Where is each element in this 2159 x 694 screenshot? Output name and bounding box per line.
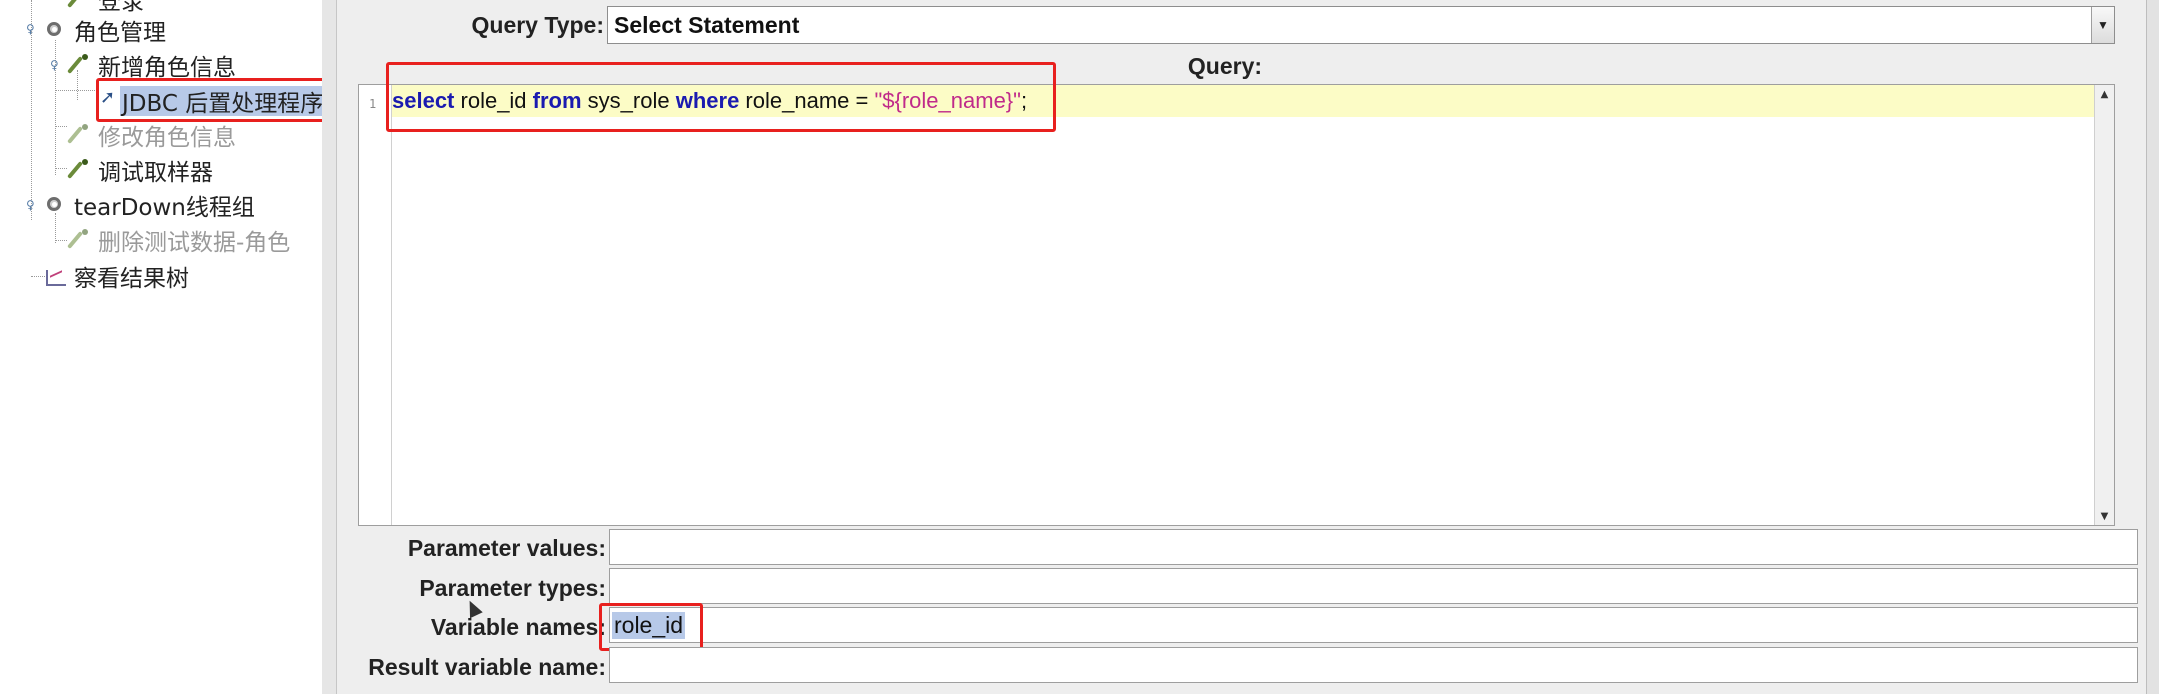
tree-item-view-results-tree[interactable]: 察看结果树 [44,261,189,292]
expand-toggle-icon[interactable]: ♀ [26,198,35,212]
tree-item-role-management[interactable]: 角色管理 [44,15,166,46]
sampler-icon [68,228,92,252]
editor-scrollbar[interactable]: ▲ ▼ [2094,85,2114,525]
variable-names-label: Variable names: [430,614,606,640]
scroll-down-icon[interactable]: ▼ [2095,507,2114,525]
highlight-box-tree [96,78,322,122]
tree-item-delete-test-data[interactable]: 删除测试数据-角色 [68,225,290,256]
tree-item-login[interactable]: 登录 [68,0,144,15]
query-type-label: Query Type: [471,12,605,38]
tree-item-add-role[interactable]: 新增角色信息 [68,50,236,81]
line-number: 1 [369,97,377,111]
query-type-select[interactable]: Select Statement ▼ [607,6,2115,44]
parameter-values-field[interactable] [609,529,2138,565]
query-type-value: Select Statement [614,11,800,38]
chevron-down-icon[interactable]: ▼ [2091,7,2114,43]
tree-item-teardown-thread-group[interactable]: tearDown线程组 [44,190,255,221]
panel-splitter[interactable] [322,0,337,694]
result-variable-name-label: Result variable name: [368,654,606,680]
window-edge-scrollbar[interactable] [2146,0,2159,694]
line-number-gutter: 1 [359,85,392,525]
listener-chart-icon [44,264,68,288]
tree-item-debug-sampler[interactable]: 调试取样器 [68,155,213,186]
highlight-box-variable-names [599,603,703,651]
expand-toggle-icon[interactable]: ♀ [50,58,59,72]
expand-toggle-icon[interactable]: ♀ [26,22,35,36]
parameter-types-field[interactable] [609,568,2138,604]
thread-group-icon [44,18,68,42]
sampler-icon [68,158,92,182]
highlight-box-query [386,62,1056,132]
sampler-icon [68,0,92,11]
sampler-icon [68,53,92,77]
tree-item-edit-role[interactable]: 修改角色信息 [68,120,236,151]
result-variable-name-field[interactable] [609,647,2138,683]
test-plan-tree[interactable]: 登录 ♀ 角色管理 ♀ 新增角色信息 JDBC 后置处理程序 修改角色信息 调试… [0,0,323,694]
sampler-icon [68,123,92,147]
query-label: Query: [1187,53,1263,79]
variable-names-field[interactable]: role_id [609,607,2138,643]
parameter-values-label: Parameter values: [407,535,606,561]
thread-group-icon [44,193,68,217]
scroll-up-icon[interactable]: ▲ [2095,85,2114,103]
sql-query-editor[interactable]: 1 select role_id from sys_role where rol… [358,84,2115,526]
